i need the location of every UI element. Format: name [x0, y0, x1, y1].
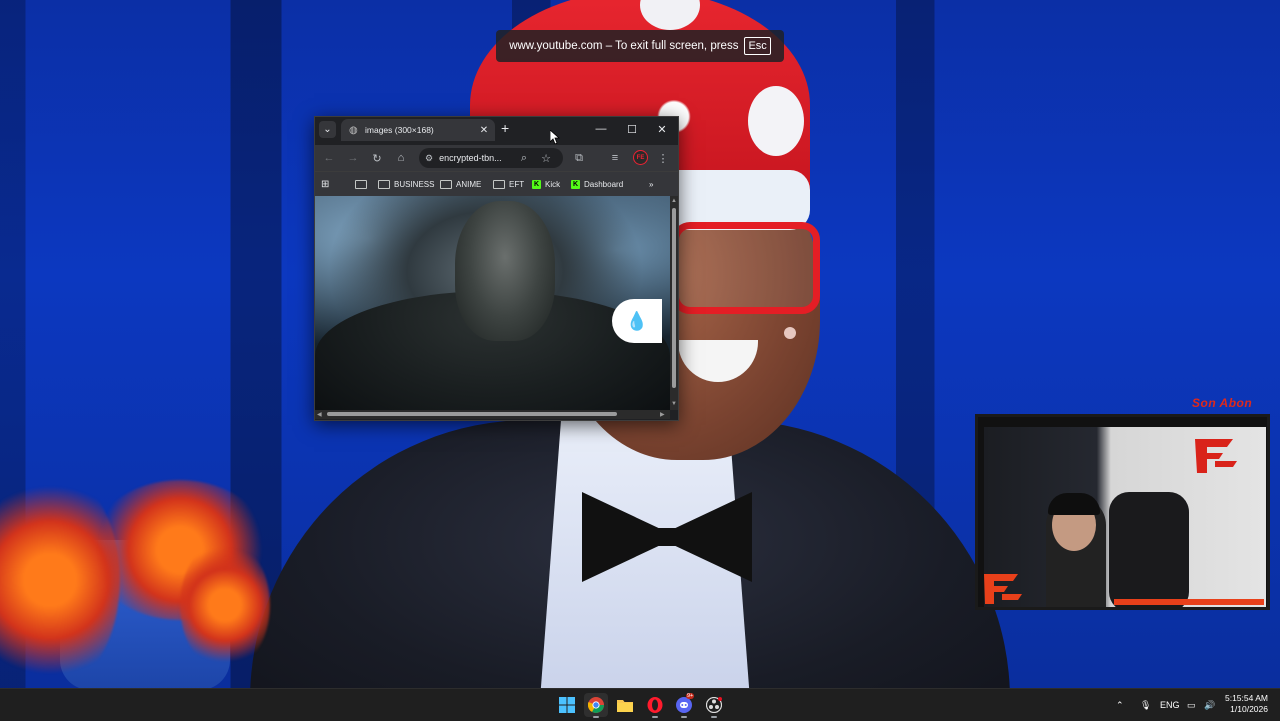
- horizontal-scroll-thumb[interactable]: [327, 412, 617, 416]
- profile-extension-icon[interactable]: FE: [633, 150, 648, 165]
- webcam-accent-bar: [1114, 599, 1264, 605]
- son-abone-label: Son Abon: [1192, 396, 1253, 410]
- bookmarks-bar: ⊞ BUSINESS ANIME EFT K Kick K Dashboard …: [315, 171, 678, 196]
- kick-icon: K: [571, 179, 580, 189]
- minimize-button[interactable]: —: [588, 120, 614, 138]
- folder-icon: [355, 179, 367, 189]
- scroll-right-icon[interactable]: ▶: [660, 411, 665, 418]
- streamer-logo-icon: [1195, 439, 1237, 473]
- back-icon[interactable]: ←: [320, 149, 338, 167]
- tab-search-button[interactable]: ⌄: [319, 121, 336, 138]
- bookmark-anime[interactable]: ANIME: [440, 176, 481, 192]
- bookmark-dashboard[interactable]: K Dashboard: [571, 176, 623, 192]
- network-icon[interactable]: ▭: [1187, 689, 1196, 721]
- running-indicator: [593, 716, 599, 718]
- water-drop-sparkle-icon[interactable]: 💧: [612, 299, 662, 343]
- scroll-down-icon[interactable]: ▼: [671, 401, 677, 407]
- bookmark-label: BUSINESS: [394, 179, 435, 189]
- notification-badge: 9+: [686, 693, 695, 699]
- video-mic: [784, 327, 796, 339]
- scroll-up-icon[interactable]: ▲: [671, 198, 677, 204]
- discord-icon: [676, 697, 692, 713]
- site-info-icon[interactable]: ⚙: [425, 153, 433, 164]
- browser-toolbar: ← → ↻ ⌂ ⚙ encrypted-tbn... ⌕ ☆ ⧉ ≡ FE ⋮: [315, 145, 678, 171]
- bookmark-label: Dashboard: [584, 179, 624, 189]
- zoom-icon[interactable]: ⌕: [515, 149, 533, 167]
- apps-grid-icon[interactable]: ⊞: [321, 176, 329, 192]
- bookmark-eft[interactable]: EFT: [493, 176, 524, 192]
- horizontal-scrollbar[interactable]: ◀ ▶: [315, 410, 670, 419]
- taskbar-discord[interactable]: 9+: [672, 693, 696, 718]
- bookmark-folder-blank[interactable]: [355, 176, 367, 192]
- volume-icon[interactable]: 🔊: [1204, 689, 1215, 721]
- home-icon[interactable]: ⌂: [392, 149, 410, 167]
- kick-icon: K: [532, 179, 541, 189]
- running-indicator: [711, 716, 717, 718]
- folder-icon: [617, 699, 633, 712]
- tab-title: images (300×168): [365, 125, 434, 135]
- browser-window[interactable]: ⌄ ◍ images (300×168) ✕ + — ☐ ✕ ← → ↻ ⌂ ⚙…: [314, 116, 679, 421]
- maximize-button[interactable]: ☐: [619, 120, 645, 138]
- video-glasses: [672, 222, 820, 314]
- windows-icon: [559, 697, 575, 713]
- bookmarks-overflow-icon[interactable]: »: [649, 176, 653, 192]
- running-indicator: [652, 716, 658, 718]
- bookmark-star-icon[interactable]: ☆: [537, 149, 555, 167]
- microphone-icon[interactable]: 🎙: [1140, 689, 1151, 721]
- scroll-left-icon[interactable]: ◀: [317, 411, 322, 418]
- taskbar-opera[interactable]: [643, 693, 667, 718]
- streamer-logo-small-icon: [984, 574, 1022, 604]
- extensions-icon[interactable]: ⧉: [570, 149, 588, 167]
- opera-icon: [647, 697, 663, 713]
- media-controls-icon[interactable]: ≡: [606, 149, 624, 167]
- bookmark-business[interactable]: BUSINESS: [378, 176, 434, 192]
- menu-kebab-icon[interactable]: ⋮: [654, 149, 672, 167]
- taskbar-obs[interactable]: [702, 693, 726, 718]
- forward-icon[interactable]: →: [344, 149, 362, 167]
- taskbar-file-explorer[interactable]: [613, 693, 637, 717]
- streamer-cap: [1048, 493, 1100, 515]
- taskbar-chrome[interactable]: [584, 693, 608, 718]
- clock[interactable]: 5:15:54 AM 1/10/2026: [1222, 693, 1268, 715]
- close-tab-icon[interactable]: ✕: [477, 125, 491, 136]
- vertical-scroll-thumb[interactable]: [672, 208, 676, 388]
- video-pompom: [748, 86, 804, 156]
- mouse-cursor-icon: [550, 130, 560, 144]
- new-tab-button[interactable]: +: [501, 120, 509, 136]
- windows-taskbar: 9+ ⌃ 🎙 ENG ▭ 🔊 5:15:54 AM 1/10/2026: [0, 688, 1280, 721]
- running-indicator: [681, 716, 687, 718]
- vertical-scrollbar[interactable]: ▲ ▼: [670, 196, 678, 410]
- reload-icon[interactable]: ↻: [368, 149, 386, 167]
- tray-overflow-chevron-icon[interactable]: ⌃: [1116, 689, 1124, 721]
- start-button[interactable]: [555, 693, 579, 717]
- browser-titlebar[interactable]: ⌄ ◍ images (300×168) ✕ + — ☐ ✕: [315, 117, 678, 141]
- language-indicator[interactable]: ENG: [1160, 689, 1180, 721]
- page-image-viewport: 💧: [315, 196, 670, 410]
- gaming-chair: [1109, 492, 1189, 607]
- clock-time: 5:15:54 AM: [1224, 693, 1268, 703]
- folder-icon: [378, 179, 390, 189]
- bookmark-label: EFT: [509, 179, 525, 189]
- bookmark-kick[interactable]: K Kick: [532, 176, 560, 192]
- bookmark-label: ANIME: [456, 179, 482, 189]
- esc-key-hint: Esc: [744, 37, 771, 55]
- clock-date: 1/10/2026: [1230, 704, 1268, 714]
- obs-icon: [706, 697, 722, 713]
- chrome-icon: [588, 697, 604, 713]
- fullscreen-notice-text: www.youtube.com – To exit full screen, p…: [509, 40, 739, 52]
- monster-image-head: [455, 201, 555, 341]
- bookmark-label: Kick: [545, 179, 561, 189]
- globe-icon: ◍: [349, 124, 358, 136]
- browser-tab[interactable]: ◍ images (300×168) ✕: [341, 119, 495, 141]
- folder-icon: [493, 179, 505, 189]
- fullscreen-notice: www.youtube.com – To exit full screen, p…: [496, 30, 784, 62]
- folder-icon: [440, 179, 452, 189]
- close-window-button[interactable]: ✕: [649, 120, 675, 138]
- video-tinsel-right: [180, 540, 270, 670]
